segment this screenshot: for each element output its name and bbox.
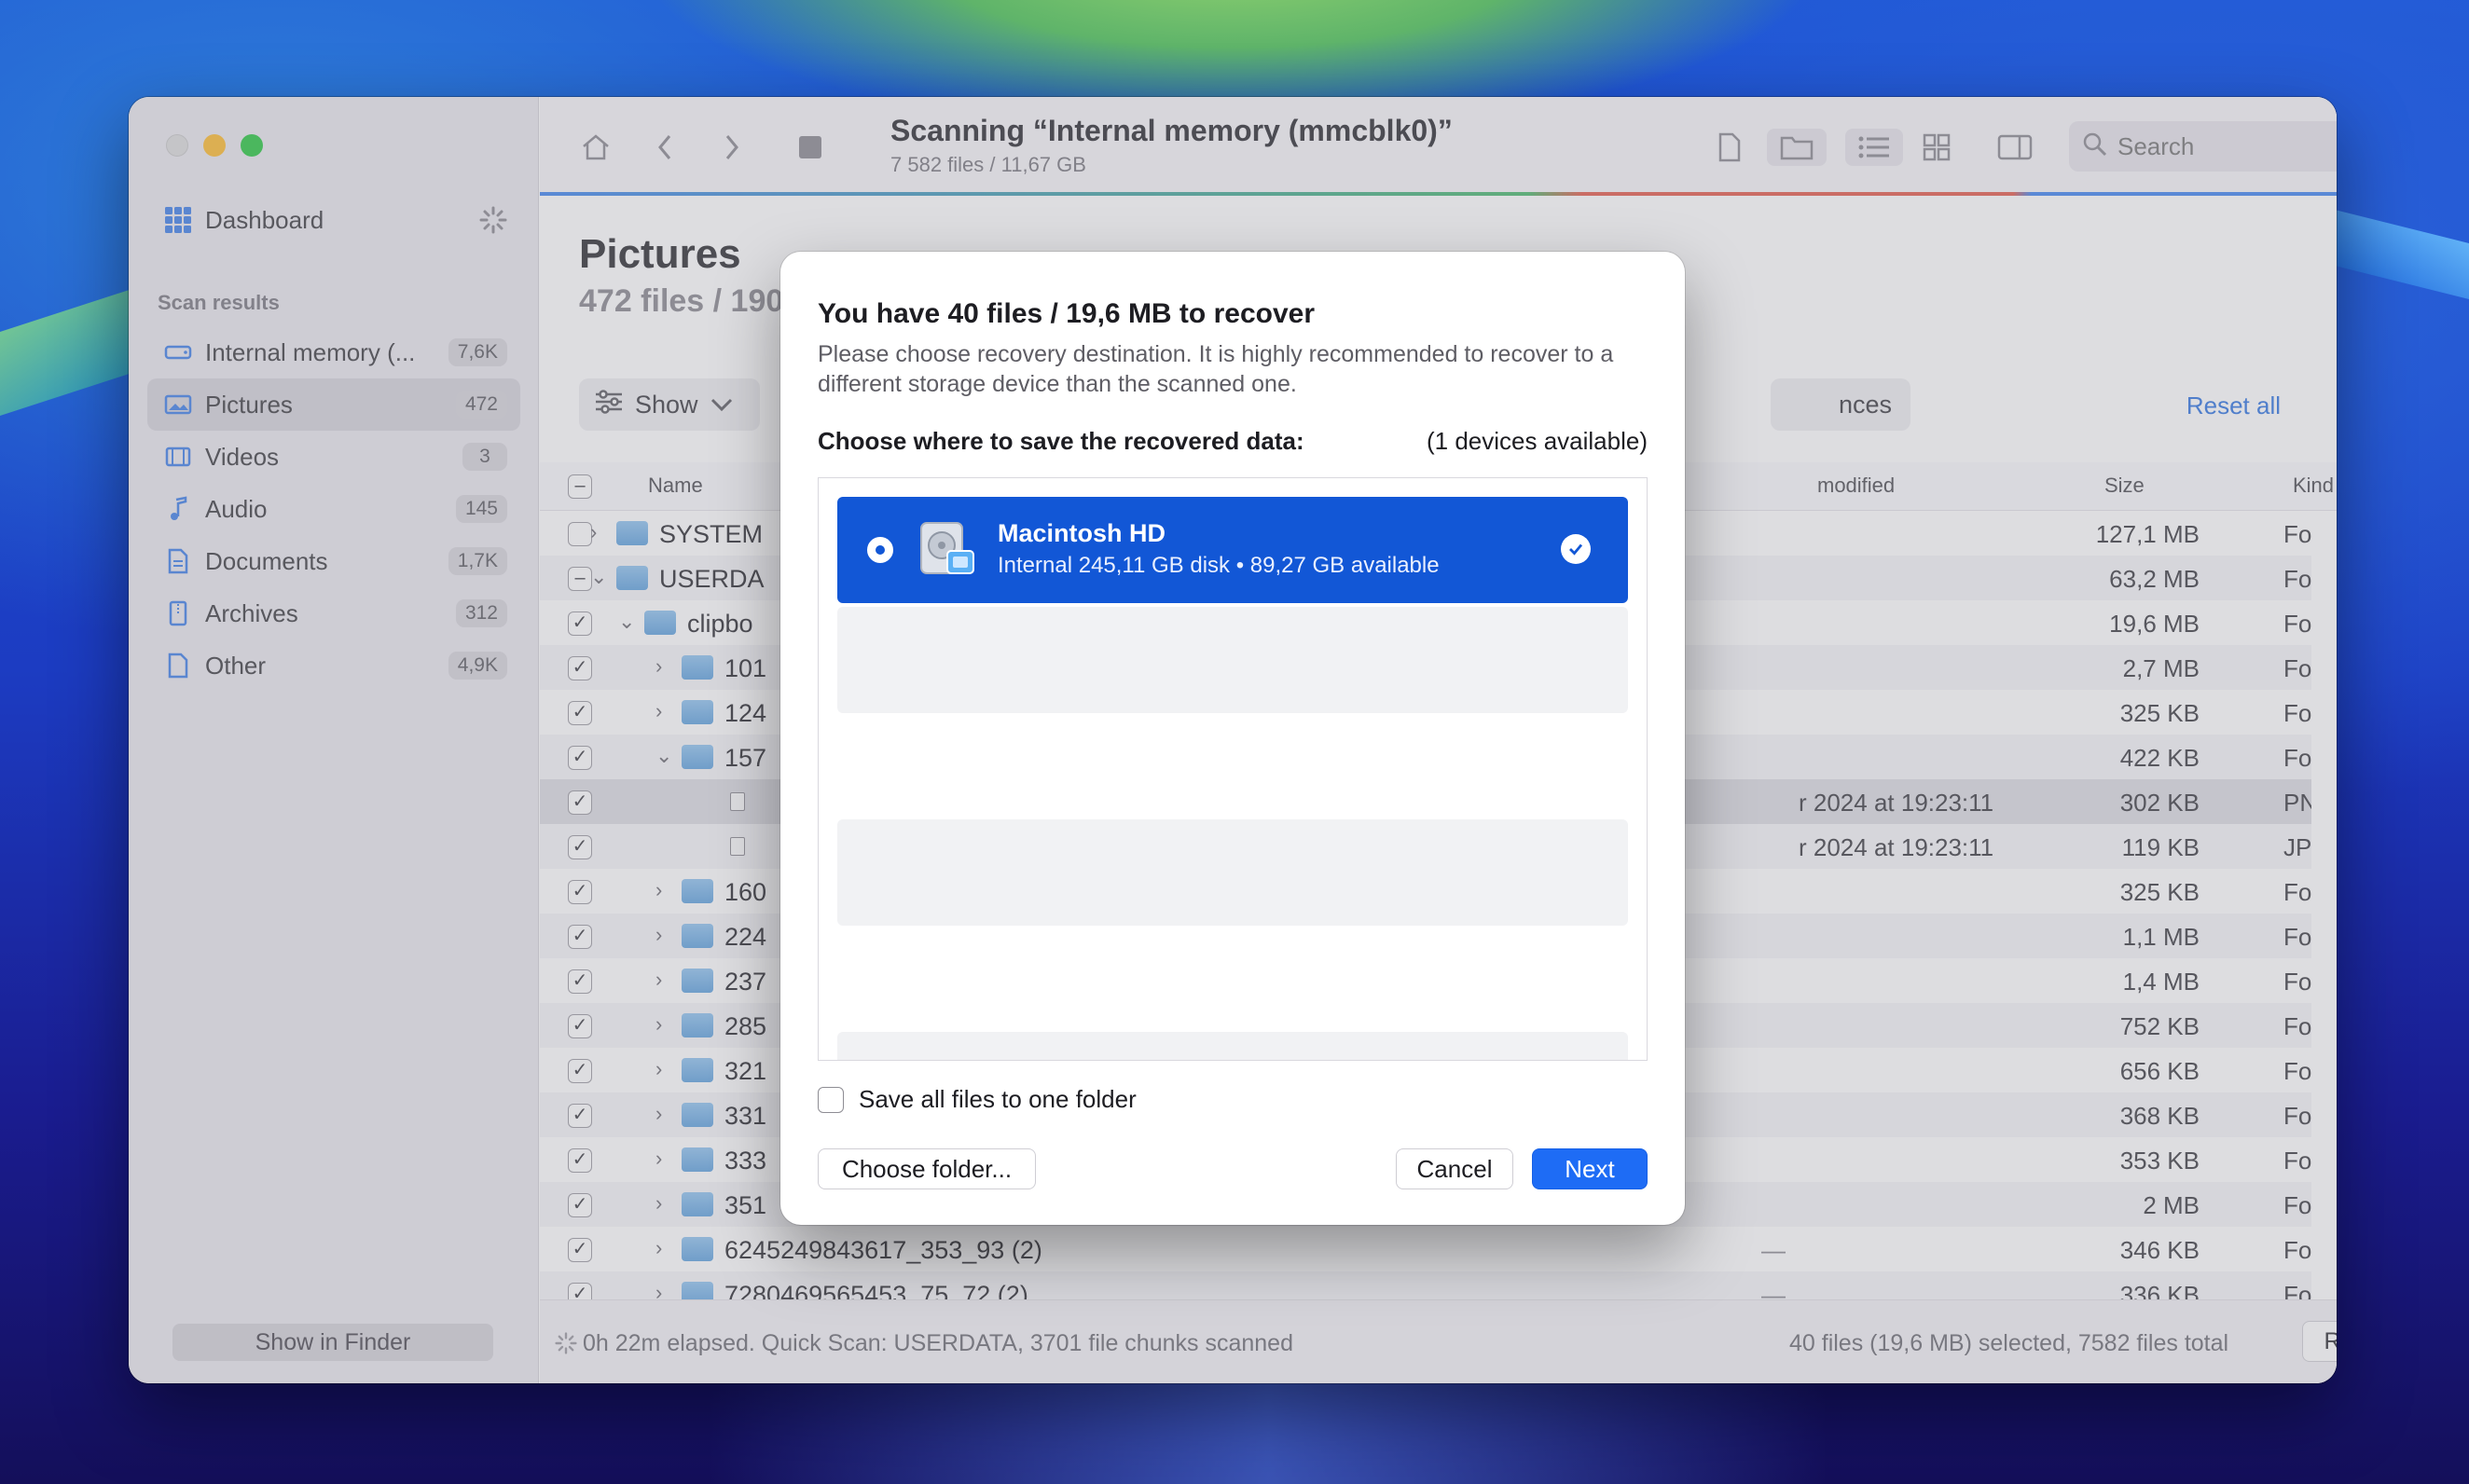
save-one-folder-option[interactable]: Save all files to one folder	[818, 1085, 1137, 1114]
save-one-folder-checkbox[interactable]	[818, 1086, 844, 1113]
recovery-destination-dialog: You have 40 files / 19,6 MB to recover P…	[780, 252, 1685, 1225]
device-row-empty	[837, 819, 1628, 926]
choose-folder-button[interactable]: Choose folder...	[818, 1148, 1036, 1189]
dialog-title: You have 40 files / 19,6 MB to recover	[818, 298, 1315, 329]
device-radio[interactable]	[867, 537, 893, 563]
hard-disk-icon	[916, 519, 977, 581]
wallpaper-ribbon	[709, 1380, 1828, 1484]
wallpaper-ribbon	[0, 283, 149, 416]
choose-location-label: Choose where to save the recovered data:	[818, 427, 1304, 455]
save-one-folder-label: Save all files to one folder	[859, 1085, 1137, 1113]
checkmark-icon	[1561, 534, 1591, 564]
device-info: Internal 245,11 GB disk • 89,27 GB avail…	[998, 553, 1440, 578]
cancel-button[interactable]: Cancel	[1396, 1148, 1513, 1189]
device-row-empty	[837, 607, 1628, 713]
device-row-macintosh-hd[interactable]: Macintosh HD Internal 245,11 GB disk • 8…	[837, 497, 1628, 603]
device-name: Macintosh HD	[998, 519, 1166, 547]
dialog-description: Please choose recovery destination. It i…	[818, 341, 1614, 397]
device-list: Macintosh HD Internal 245,11 GB disk • 8…	[818, 477, 1648, 1061]
devices-available-label: (1 devices available)	[1426, 427, 1648, 455]
next-button[interactable]: Next	[1532, 1148, 1648, 1189]
device-row-empty	[837, 1032, 1628, 1060]
